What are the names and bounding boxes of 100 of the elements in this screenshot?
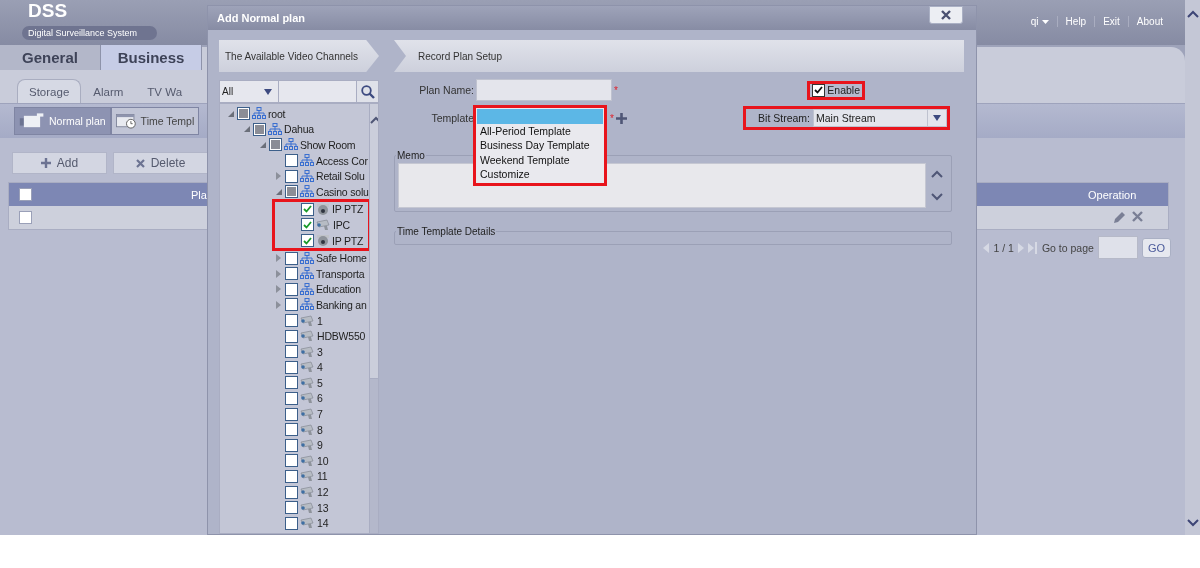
tree-item-label[interactable]: 3 xyxy=(317,345,323,358)
tree-checkbox[interactable] xyxy=(285,454,298,468)
expanded-arrow-icon[interactable] xyxy=(259,142,266,148)
tree-checkbox[interactable] xyxy=(301,202,314,216)
tree-item-label[interactable]: Safe Home xyxy=(316,252,367,265)
camera-icon xyxy=(300,501,315,514)
tree-item-label[interactable]: 1 xyxy=(317,314,323,327)
camera-icon xyxy=(300,408,315,421)
sub-tab[interactable]: TV Wa xyxy=(135,79,195,103)
tree-item-label[interactable]: 10 xyxy=(317,454,329,467)
tree-checkbox[interactable] xyxy=(301,234,314,248)
tree-item-label[interactable]: 14 xyxy=(317,517,329,530)
plan-name-field[interactable] xyxy=(476,79,612,101)
enable-checkbox[interactable] xyxy=(812,83,826,97)
tree-checkbox[interactable] xyxy=(285,407,298,421)
tree-item-label[interactable]: IPC xyxy=(333,218,350,231)
scroll-up-icon[interactable] xyxy=(369,116,378,124)
dropdown-option[interactable]: Business Day Template xyxy=(477,138,603,153)
tree-item-label[interactable]: Casino solu xyxy=(316,185,369,198)
tree-item-label[interactable]: Retail Solu xyxy=(316,170,365,183)
tree-item-label[interactable]: 12 xyxy=(317,486,329,499)
tree-checkbox[interactable] xyxy=(237,107,250,121)
expanded-arrow-icon[interactable] xyxy=(275,188,282,195)
tree-scrollbar[interactable] xyxy=(368,104,378,533)
camera-icon xyxy=(300,486,315,499)
add-button[interactable]: Add xyxy=(12,152,107,174)
tree-checkbox[interactable] xyxy=(285,469,298,483)
tree-checkbox[interactable] xyxy=(285,251,298,265)
tree-checkbox[interactable] xyxy=(285,282,298,296)
tree-item-label[interactable]: Show Room xyxy=(300,139,356,151)
tree-checkbox[interactable] xyxy=(285,267,298,281)
checkbox[interactable] xyxy=(19,211,32,224)
bit-stream-select[interactable]: Main Stream xyxy=(813,109,947,127)
plus-icon[interactable] xyxy=(615,112,627,124)
tree-checkbox[interactable] xyxy=(285,438,298,452)
go-to-page-label: Go to page xyxy=(1041,241,1094,254)
tree-checkbox[interactable] xyxy=(285,360,298,374)
checkbox[interactable] xyxy=(19,188,32,201)
scroll-up-icon[interactable] xyxy=(931,170,943,179)
plus-icon xyxy=(40,158,51,168)
tree-checkbox[interactable] xyxy=(301,218,314,232)
go-button[interactable]: GO xyxy=(1141,237,1171,258)
tree-item-label[interactable]: 5 xyxy=(317,376,323,389)
tree-checkbox[interactable] xyxy=(285,329,298,343)
tree-checkbox[interactable] xyxy=(285,154,298,168)
delete-icon[interactable] xyxy=(1132,211,1143,222)
tree-checkbox[interactable] xyxy=(285,516,298,530)
tree-checkbox[interactable] xyxy=(285,376,298,390)
plan-tab[interactable]: Time Templ xyxy=(110,107,200,135)
close-icon xyxy=(135,158,145,168)
dropdown-option[interactable]: Weekend Template xyxy=(477,152,603,167)
tree-checkbox[interactable] xyxy=(285,345,298,359)
tree-checkbox[interactable] xyxy=(285,314,298,327)
page-indicator: 1 / 1 xyxy=(993,241,1014,254)
tree-item-label[interactable]: 6 xyxy=(317,392,323,405)
scroll-up-icon[interactable] xyxy=(1186,10,1199,18)
tree-checkbox[interactable] xyxy=(253,122,266,136)
tree-item-label[interactable]: 13 xyxy=(317,501,329,514)
tree-item-label[interactable]: Access Cor xyxy=(316,154,368,167)
tree-checkbox[interactable] xyxy=(285,185,298,199)
tree-item-label[interactable]: root xyxy=(268,107,286,120)
tree-item-label[interactable]: Dahua xyxy=(284,123,314,136)
tree-checkbox[interactable] xyxy=(285,298,298,312)
tree-item-label[interactable]: IP PTZ xyxy=(332,234,364,247)
page-scrollbar[interactable] xyxy=(1185,0,1200,535)
main-tab[interactable]: Business xyxy=(101,45,202,70)
tree-item-label[interactable]: Education xyxy=(316,283,361,296)
tree-item-label[interactable]: Banking an xyxy=(316,298,367,311)
tree-item-label[interactable]: Transporta xyxy=(316,267,365,280)
sub-tab[interactable]: Storage xyxy=(17,79,82,103)
sub-tab[interactable]: Alarm xyxy=(81,79,136,103)
logo-subtitle: Digital Surveillance System xyxy=(22,26,158,40)
tree-checkbox[interactable] xyxy=(269,138,282,152)
tree-item-label[interactable]: HDBW550 xyxy=(317,330,366,343)
tree-item-label[interactable]: 11 xyxy=(317,470,328,483)
dropdown-arrow-icon[interactable] xyxy=(933,115,941,121)
dropdown-option[interactable]: Customize xyxy=(477,167,603,182)
page-input[interactable] xyxy=(1097,236,1138,259)
network-icon xyxy=(268,122,282,136)
tree-item-label[interactable]: 9 xyxy=(317,439,323,452)
main-tab[interactable]: General xyxy=(0,45,101,70)
required-mark: * xyxy=(609,112,615,124)
scroll-down-icon[interactable] xyxy=(1186,519,1199,527)
expanded-arrow-icon[interactable] xyxy=(227,110,234,117)
tree-checkbox[interactable] xyxy=(285,392,298,405)
dropdown-option[interactable]: All-Period Template xyxy=(477,123,603,138)
tree-checkbox[interactable] xyxy=(285,485,298,499)
tree-item-label[interactable]: 4 xyxy=(317,361,323,374)
network-icon xyxy=(300,185,314,199)
tree-checkbox[interactable] xyxy=(285,169,298,183)
edit-icon[interactable] xyxy=(1113,211,1126,224)
expanded-arrow-icon[interactable] xyxy=(243,126,250,133)
close-button[interactable] xyxy=(929,6,963,24)
tree-item-label[interactable]: 7 xyxy=(317,408,323,421)
tree-checkbox[interactable] xyxy=(285,423,298,437)
tree-item-label[interactable]: IP PTZ xyxy=(332,203,364,216)
tree-checkbox[interactable] xyxy=(285,501,298,515)
tree-item-label[interactable]: 8 xyxy=(317,423,323,436)
scroll-down-icon[interactable] xyxy=(931,192,943,201)
delete-button[interactable]: Delete xyxy=(113,152,208,174)
